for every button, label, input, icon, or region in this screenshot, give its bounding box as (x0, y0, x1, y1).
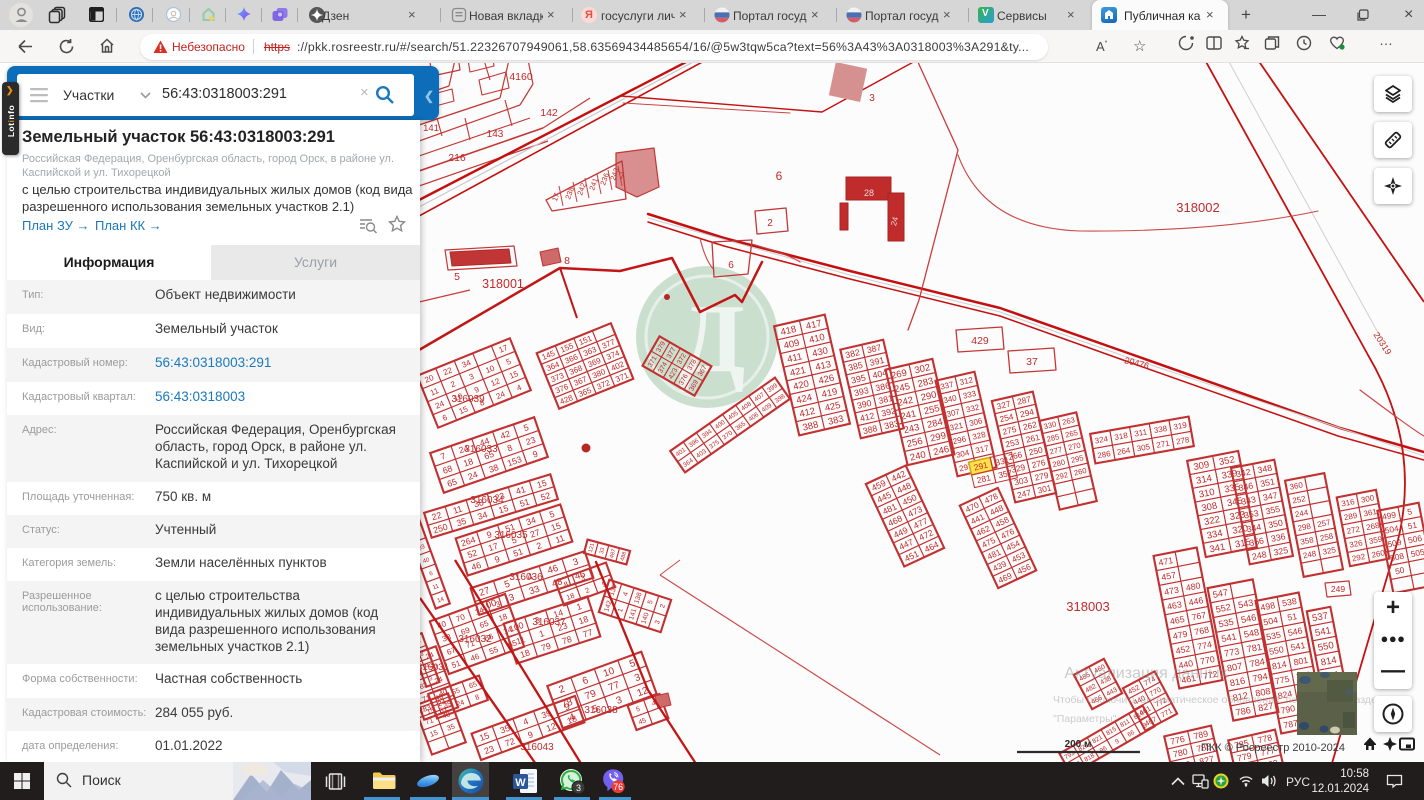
svg-text:316035: 316035 (494, 530, 528, 541)
svg-text:4160: 4160 (509, 71, 533, 83)
svg-text:37: 37 (1026, 356, 1038, 368)
svg-text:51: 51 (1286, 611, 1298, 623)
svg-text:8: 8 (564, 255, 570, 267)
svg-text:200 м: 200 м (1065, 739, 1092, 750)
svg-text:141: 141 (423, 123, 439, 134)
svg-text:Д: Д (679, 285, 746, 392)
svg-text:76: 76 (613, 782, 623, 792)
svg-text:2: 2 (767, 218, 773, 229)
svg-text:316036: 316036 (509, 572, 543, 583)
svg-text:249: 249 (1331, 584, 1345, 594)
svg-text:316037: 316037 (532, 617, 566, 628)
svg-text:316038: 316038 (584, 705, 618, 716)
svg-text:3: 3 (869, 93, 875, 104)
svg-text:W: W (515, 777, 526, 789)
svg-text:318002: 318002 (1176, 200, 1219, 215)
svg-text:316034: 316034 (470, 495, 504, 506)
svg-text:316032: 316032 (458, 634, 492, 645)
svg-text:429: 429 (971, 335, 989, 347)
svg-text:3: 3 (576, 783, 581, 793)
svg-text:143: 143 (487, 129, 504, 140)
svg-text:"Параметры": "Параметры" (1053, 713, 1117, 725)
svg-text:316039: 316039 (451, 394, 485, 405)
svg-text:5: 5 (454, 271, 460, 283)
svg-text:316033: 316033 (464, 444, 498, 455)
svg-text:216: 216 (448, 152, 466, 164)
svg-text:28: 28 (864, 188, 874, 198)
svg-text:ПКК © Росреестр 2010-2024: ПКК © Росреестр 2010-2024 (1201, 742, 1345, 754)
svg-text:Актуализация данных: Актуализация данных (1064, 665, 1227, 682)
svg-text:6: 6 (728, 260, 734, 271)
svg-text:318001: 318001 (482, 277, 524, 291)
svg-text:318003: 318003 (1066, 599, 1109, 614)
svg-text:142: 142 (540, 107, 558, 119)
svg-text:6: 6 (776, 169, 783, 183)
